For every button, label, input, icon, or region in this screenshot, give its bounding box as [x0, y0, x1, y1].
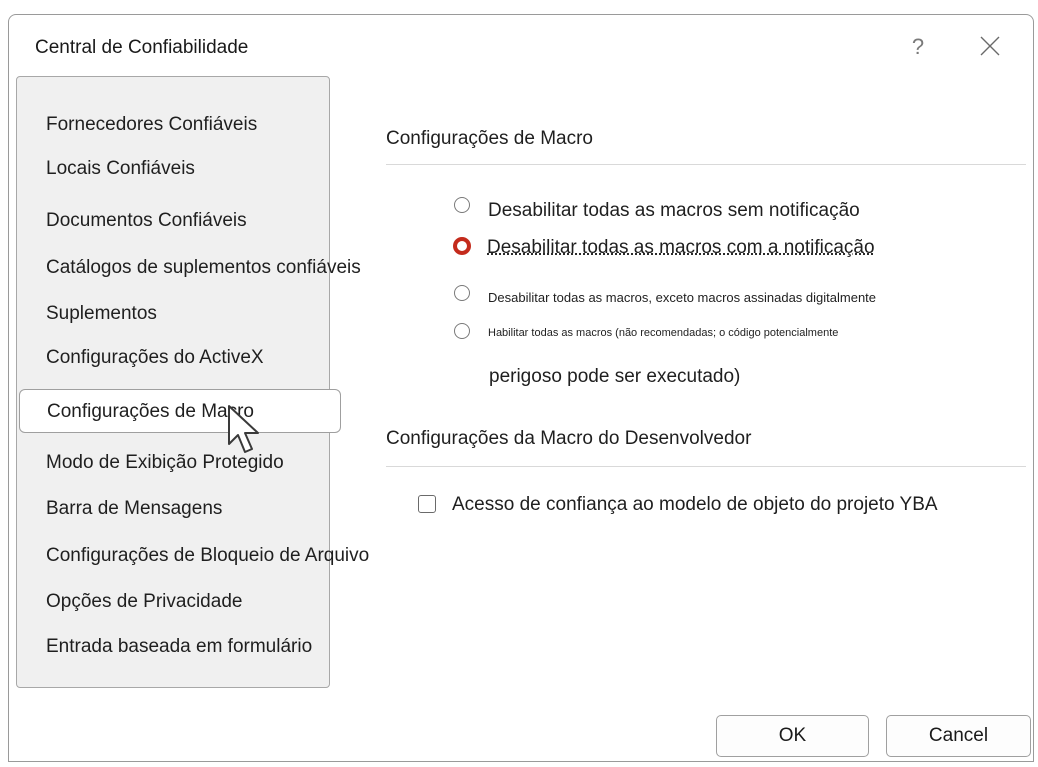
sidebar-item-trusted-publishers[interactable]: Fornecedores Confiáveis: [46, 114, 257, 136]
section-divider: [386, 466, 1026, 467]
close-button[interactable]: [970, 29, 1010, 65]
ok-button[interactable]: OK: [716, 715, 869, 757]
radio-label: Desabilitar todas as macros sem notifica…: [488, 200, 860, 221]
vba-trust-checkbox[interactable]: [418, 495, 436, 513]
radio-button[interactable]: [454, 285, 470, 301]
sidebar-item-macro-settings[interactable]: Configurações de Macro: [19, 389, 341, 433]
sidebar-item-privacy-options[interactable]: Opções de Privacidade: [46, 591, 242, 613]
mouse-cursor-icon: [228, 405, 259, 453]
window-title: Central de Confiabilidade: [35, 37, 249, 58]
macro-settings-heading: Configurações de Macro: [386, 128, 593, 149]
title-bar: Central de Confiabilidade ?: [9, 15, 1033, 79]
sidebar-item-activex-settings[interactable]: Configurações do ActiveX: [46, 347, 264, 369]
sidebar-item-trusted-documents[interactable]: Documentos Confiáveis: [46, 210, 247, 232]
vba-trust-label: Acesso de confiança ao modelo de objeto …: [452, 494, 938, 515]
radio-label: Desabilitar todas as macros, exceto macr…: [488, 290, 877, 305]
sidebar-item-trusted-addin-catalogs[interactable]: Catálogos de suplementos confiáveis: [46, 257, 361, 279]
close-icon: [980, 36, 1000, 56]
radio-label: Desabilitar todas as macros com a notifi…: [487, 237, 875, 258]
radio-button[interactable]: [454, 323, 470, 339]
developer-settings-heading: Configurações da Macro do Desenvolvedor: [386, 428, 752, 449]
radio-button-selected[interactable]: [453, 237, 471, 255]
sidebar-item-addins[interactable]: Suplementos: [46, 303, 157, 325]
sidebar-item-trusted-locations[interactable]: Locais Confiáveis: [46, 158, 195, 180]
radio-label: Habilitar todas as macros (não recomenda…: [488, 327, 839, 339]
help-button[interactable]: ?: [903, 32, 933, 62]
sidebar-item-message-bar[interactable]: Barra de Mensagens: [46, 498, 222, 520]
radio-button[interactable]: [454, 197, 470, 213]
sidebar-item-form-based-signin[interactable]: Entrada baseada em formulário: [46, 636, 312, 658]
radio-label-continuation: perigoso pode ser executado): [489, 366, 741, 387]
cancel-button[interactable]: Cancel: [886, 715, 1031, 757]
sidebar-item-file-block-settings[interactable]: Configurações de Bloqueio de Arquivo: [46, 545, 369, 567]
section-divider: [386, 164, 1026, 165]
